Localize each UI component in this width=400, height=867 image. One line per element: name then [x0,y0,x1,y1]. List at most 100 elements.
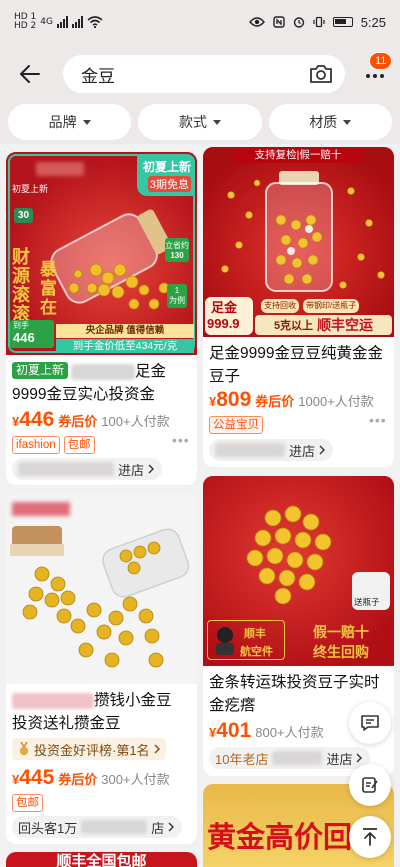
image-mid-strip: 支持回收 带钢印/送瓶子 [261,299,360,313]
sales-count: 100+人付款 [101,414,170,429]
right-badge-sub: 为例 [169,296,185,305]
store-enter-label: 进店 [118,462,145,478]
price-symbol: ¥ [12,414,20,429]
price-note: 券后价 [58,414,98,429]
price-value: 445 [19,766,55,789]
eye-icon [248,17,265,27]
store-prefix: 10年老店 [215,751,269,767]
caret-down-icon [212,119,221,125]
tag-charity: 公益宝贝 [209,416,263,434]
product-image[interactable]: 支持复检|假一赔十 足金 999.9 支持回收 带钢印/送瓶子 5克以上 顺丰空… [203,147,394,337]
price-value: 401 [216,719,252,742]
gold-beads-illustration [246,505,332,605]
bottom-strip-strong: 顺丰空运 [317,317,374,333]
status-left: HD 1 HD 2 4G [14,13,103,31]
filter-style[interactable]: 款式 [138,104,262,140]
filter-bar: 品牌 款式 材质 [0,104,400,144]
image-bottom-strip: 5克以上 顺丰空运 [255,315,392,335]
product-card[interactable]: 支持复检|假一赔十 足金 999.9 支持回收 带钢印/送瓶子 5克以上 顺丰空… [203,147,394,467]
image-side-badge: 30 [14,208,34,223]
product-title: 初夏上新 足金 9999金豆实心投资金 [12,360,194,406]
blurred-store-name [18,462,114,476]
chevron-right-icon [154,744,160,754]
chat-button[interactable] [349,702,391,744]
price-row: ¥ 401 800+人付款 [209,719,324,743]
blurred-text [12,692,94,709]
right-badge-text: 1 [174,286,180,295]
wifi-icon [87,16,103,28]
product-title: 攒钱小金豆 投资送礼攒金豆 [12,689,194,735]
blurred-store-name [81,820,148,834]
image-bottom-price: 到手金价低至434元/克 [56,339,194,353]
search-header: 金豆 11 [0,44,400,104]
image-vertical-text: 财源滚滚 [12,247,30,324]
more-dots-icon[interactable]: ••• [369,412,387,428]
image-corner-jar: 送瓶子 [352,572,390,610]
store-link[interactable]: 回头客1万 店 [12,816,183,838]
ranking-badge[interactable]: 投资金好评榜·第1名 [12,738,166,760]
image-tag-top: 足金 [211,300,238,315]
feedback-button[interactable] [349,764,391,806]
product-title: 足金9999金豆豆纯黄金金豆子 [209,345,383,385]
right-badge-text: 立省约 [165,241,189,250]
product-card[interactable]: 顺丰全国包邮 [6,852,197,867]
gold-bottle-illustration [221,171,385,292]
mid-strip-1: 支持回收 [261,299,299,313]
image-top-banner: 支持复检|假一赔十 [233,147,363,163]
image-right-line-1: 假一赔十 [313,624,369,640]
store-enter-label: 进店 [289,443,316,459]
store-link[interactable]: 进店 [12,458,163,480]
back-to-top-button[interactable] [349,816,391,858]
sales-count: 1000+人付款 [298,394,374,409]
product-image[interactable]: 送瓶子 顺丰 航空件 假一赔十 终生回购 [203,476,394,666]
price-symbol: ¥ [12,772,20,787]
product-card[interactable]: 初夏上新 3期免息 初夏上新 30 财源滚滚 暴富在 立省约 130 1 为例 … [6,152,197,485]
image-tag-num: 999.9 [207,316,240,331]
network-label: 4G [40,17,53,27]
back-button[interactable] [16,60,44,88]
clock: 5:25 [360,14,386,30]
more-dots-icon[interactable]: ••• [172,432,190,448]
price-row: ¥ 445 券后价 300+人付款 [12,766,170,790]
chevron-right-icon [356,753,363,763]
image-corner-tag: 初夏上新 [142,160,191,174]
notification-badge: 11 [369,52,393,70]
price-symbol: ¥ [209,725,217,740]
mid-strip-2: 带钢印/送瓶子 [303,299,360,313]
image-corner-label: 送瓶子 [354,597,380,607]
bottom-strip-text: 5克以上 [273,320,314,332]
status-right: 5:25 [248,14,386,30]
vibrate-icon [313,16,325,28]
price-symbol: ¥ [209,394,217,409]
ranking-text: 投资金好评榜·第1名 [34,742,150,758]
title-line2: 9999金豆实心投资金 [12,386,155,403]
image-big-text: 暴富在 [40,260,57,317]
chevron-right-icon [168,822,175,832]
price-note: 券后价 [255,394,295,409]
medal-icon [19,742,29,756]
sim-label-2: HD 2 [14,21,37,31]
search-input[interactable]: 金豆 [63,55,345,93]
caret-down-icon [82,119,91,125]
tag-row: 包邮 [12,794,43,812]
edit-note-icon [362,777,378,793]
status-bar: HD 1 HD 2 4G 5:25 [0,0,400,44]
product-image[interactable] [6,494,197,684]
image-left-tag: 足金 999.9 [205,297,253,335]
image-right-block: 假一赔十 终生回购 [291,622,391,662]
filter-brand[interactable]: 品牌 [8,104,132,140]
product-card[interactable]: 攒钱小金豆 投资送礼攒金豆 投资金好评榜·第1名 ¥ 445 券后价 300+人… [6,494,197,844]
filter-material[interactable]: 材质 [268,104,392,140]
camera-icon[interactable] [309,64,333,84]
gold-jar-cork-illustration [10,526,190,668]
product-image[interactable]: 初夏上新 3期免息 初夏上新 30 财源滚滚 暴富在 立省约 130 1 为例 … [6,152,197,355]
courier-icon [216,627,234,655]
image-left-block: 顺丰 航空件 [207,620,285,660]
store-link[interactable]: 进店 [209,439,334,461]
blurred-text [71,363,136,380]
alarm-icon [293,17,304,28]
store-link[interactable]: 10年老店 进店 [209,747,371,769]
image-banner: 顺丰全国包邮 [6,852,197,867]
sales-count: 800+人付款 [255,725,324,740]
badge-new: 初夏上新 [12,362,69,379]
